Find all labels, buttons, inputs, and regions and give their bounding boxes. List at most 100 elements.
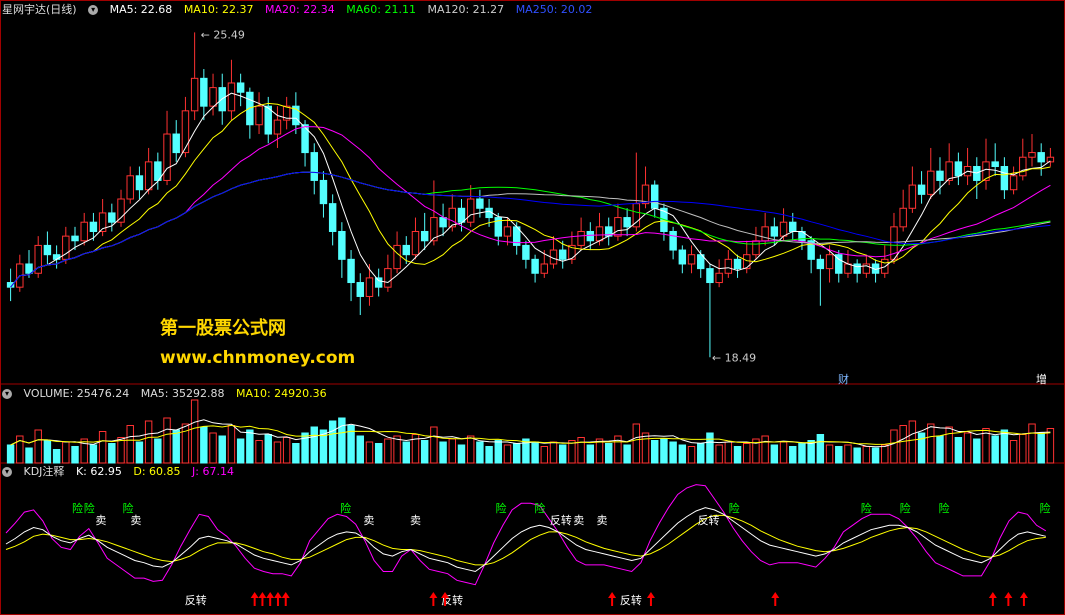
volume-bar bbox=[384, 438, 392, 464]
volume-bar bbox=[1028, 423, 1036, 464]
volume-bar bbox=[448, 438, 457, 464]
d-line bbox=[5, 514, 1046, 566]
ma120-value: MA120: 21.27 bbox=[427, 3, 505, 16]
candle-body bbox=[531, 258, 539, 274]
volume-bar bbox=[890, 429, 898, 464]
volume-bar bbox=[420, 440, 429, 464]
volume-bar bbox=[743, 443, 751, 464]
buy-arrow-icon bbox=[608, 592, 617, 598]
volume-bar bbox=[144, 420, 153, 464]
candle-body bbox=[853, 263, 861, 274]
volume-header: ▾ VOLUME: 25476.24 MA5: 35292.88 MA10: 2… bbox=[2, 387, 335, 401]
volume-bar bbox=[1019, 434, 1027, 464]
signal-label: 险 bbox=[496, 501, 507, 515]
candle-body bbox=[200, 77, 208, 107]
volume-bar bbox=[669, 441, 677, 464]
volume-bar bbox=[485, 446, 493, 464]
candle-body bbox=[761, 226, 769, 242]
volume-bar bbox=[871, 447, 880, 464]
vol-ma5-value: MA5: 35292.88 bbox=[140, 387, 225, 400]
volume-bar bbox=[881, 444, 889, 464]
reversal-label: 反转 bbox=[185, 593, 207, 607]
volume-bar bbox=[577, 437, 585, 464]
volume-bar bbox=[236, 438, 245, 464]
volume-bar bbox=[163, 417, 171, 464]
candle-body bbox=[752, 240, 760, 256]
volume-bar bbox=[126, 425, 134, 464]
volume-bar bbox=[430, 426, 438, 464]
j-line bbox=[5, 484, 1047, 586]
volume-bar bbox=[862, 446, 871, 464]
volume-bar bbox=[651, 440, 659, 464]
candle-body bbox=[328, 203, 337, 232]
candle-body bbox=[1037, 152, 1045, 163]
vol-ma10-value: MA10: 24920.36 bbox=[235, 387, 327, 400]
candle-body bbox=[991, 161, 999, 168]
volume-bar bbox=[761, 435, 769, 464]
buy-arrow-icon bbox=[429, 592, 438, 598]
watermark-url: www.chnmoney.com bbox=[160, 348, 356, 368]
candle-body bbox=[52, 254, 61, 260]
candle-body bbox=[789, 221, 797, 232]
buy-arrow-icon bbox=[771, 592, 780, 598]
chevron-down-icon[interactable]: ▾ bbox=[2, 467, 12, 477]
candle-body bbox=[117, 198, 125, 223]
volume-bar bbox=[246, 429, 254, 464]
volume-bar bbox=[356, 435, 364, 464]
volume-bar bbox=[632, 423, 641, 464]
volume-bar bbox=[973, 438, 981, 464]
candle-body bbox=[108, 212, 116, 223]
volume-bar bbox=[660, 438, 668, 464]
candle-body bbox=[678, 249, 687, 265]
candle-body bbox=[365, 277, 374, 297]
signal-label: 险 bbox=[340, 501, 351, 515]
candle-body bbox=[172, 133, 180, 154]
volume-bar bbox=[789, 446, 797, 464]
volume-bar bbox=[310, 426, 318, 464]
buy-arrow-icon bbox=[258, 592, 267, 598]
volume-bar bbox=[52, 449, 61, 464]
volume-bar bbox=[954, 437, 963, 464]
candle-body bbox=[255, 105, 263, 126]
candle-body bbox=[724, 258, 733, 274]
signal-label: 卖 bbox=[597, 514, 608, 527]
chevron-down-icon[interactable]: ▾ bbox=[2, 389, 12, 399]
volume-bar bbox=[328, 420, 337, 464]
candle-body bbox=[301, 124, 309, 154]
volume-bar bbox=[687, 446, 696, 464]
signal-label: 卖 bbox=[410, 514, 421, 527]
volume-bar bbox=[697, 443, 705, 464]
volume-bar bbox=[34, 429, 42, 464]
candle-body bbox=[844, 263, 852, 274]
volume-bar bbox=[209, 432, 217, 464]
volume-bar bbox=[365, 441, 374, 464]
candle-body bbox=[457, 207, 466, 223]
signal-label: 卖 bbox=[363, 514, 374, 527]
candle-body bbox=[181, 110, 190, 154]
volume-bar bbox=[181, 423, 190, 464]
candle-body bbox=[1000, 166, 1009, 191]
candle-body bbox=[595, 226, 604, 242]
chevron-down-icon[interactable]: ▾ bbox=[88, 5, 99, 15]
volume-bar bbox=[264, 434, 272, 464]
candle-body bbox=[163, 133, 171, 181]
calendar-marker-cai[interactable]: 财 bbox=[838, 371, 849, 387]
buy-arrow-icon bbox=[1019, 592, 1028, 598]
volume-bar bbox=[62, 441, 70, 464]
buy-arrow-icon bbox=[1004, 592, 1013, 598]
signal-label: 险 bbox=[84, 501, 95, 515]
stock-chart[interactable]: ← 25.49← 18.49 险险卖险卖反转险卖 卖反转险 险反转卖卖反转反转险险险… bbox=[0, 0, 1065, 615]
volume-bar bbox=[292, 443, 300, 464]
candle-body bbox=[825, 254, 834, 270]
signal-label: 卖 bbox=[130, 514, 141, 527]
candle-body bbox=[651, 184, 659, 209]
volume-bar bbox=[604, 443, 613, 464]
volume-bar bbox=[779, 441, 788, 464]
signal-label: 险 bbox=[1039, 501, 1050, 515]
candle-body bbox=[503, 226, 512, 237]
candle-body bbox=[816, 258, 825, 270]
volume-bar bbox=[255, 440, 263, 464]
panel-frames bbox=[0, 0, 1065, 615]
volume-bar bbox=[476, 441, 484, 464]
calendar-marker-zeng[interactable]: 增 bbox=[1036, 371, 1047, 387]
